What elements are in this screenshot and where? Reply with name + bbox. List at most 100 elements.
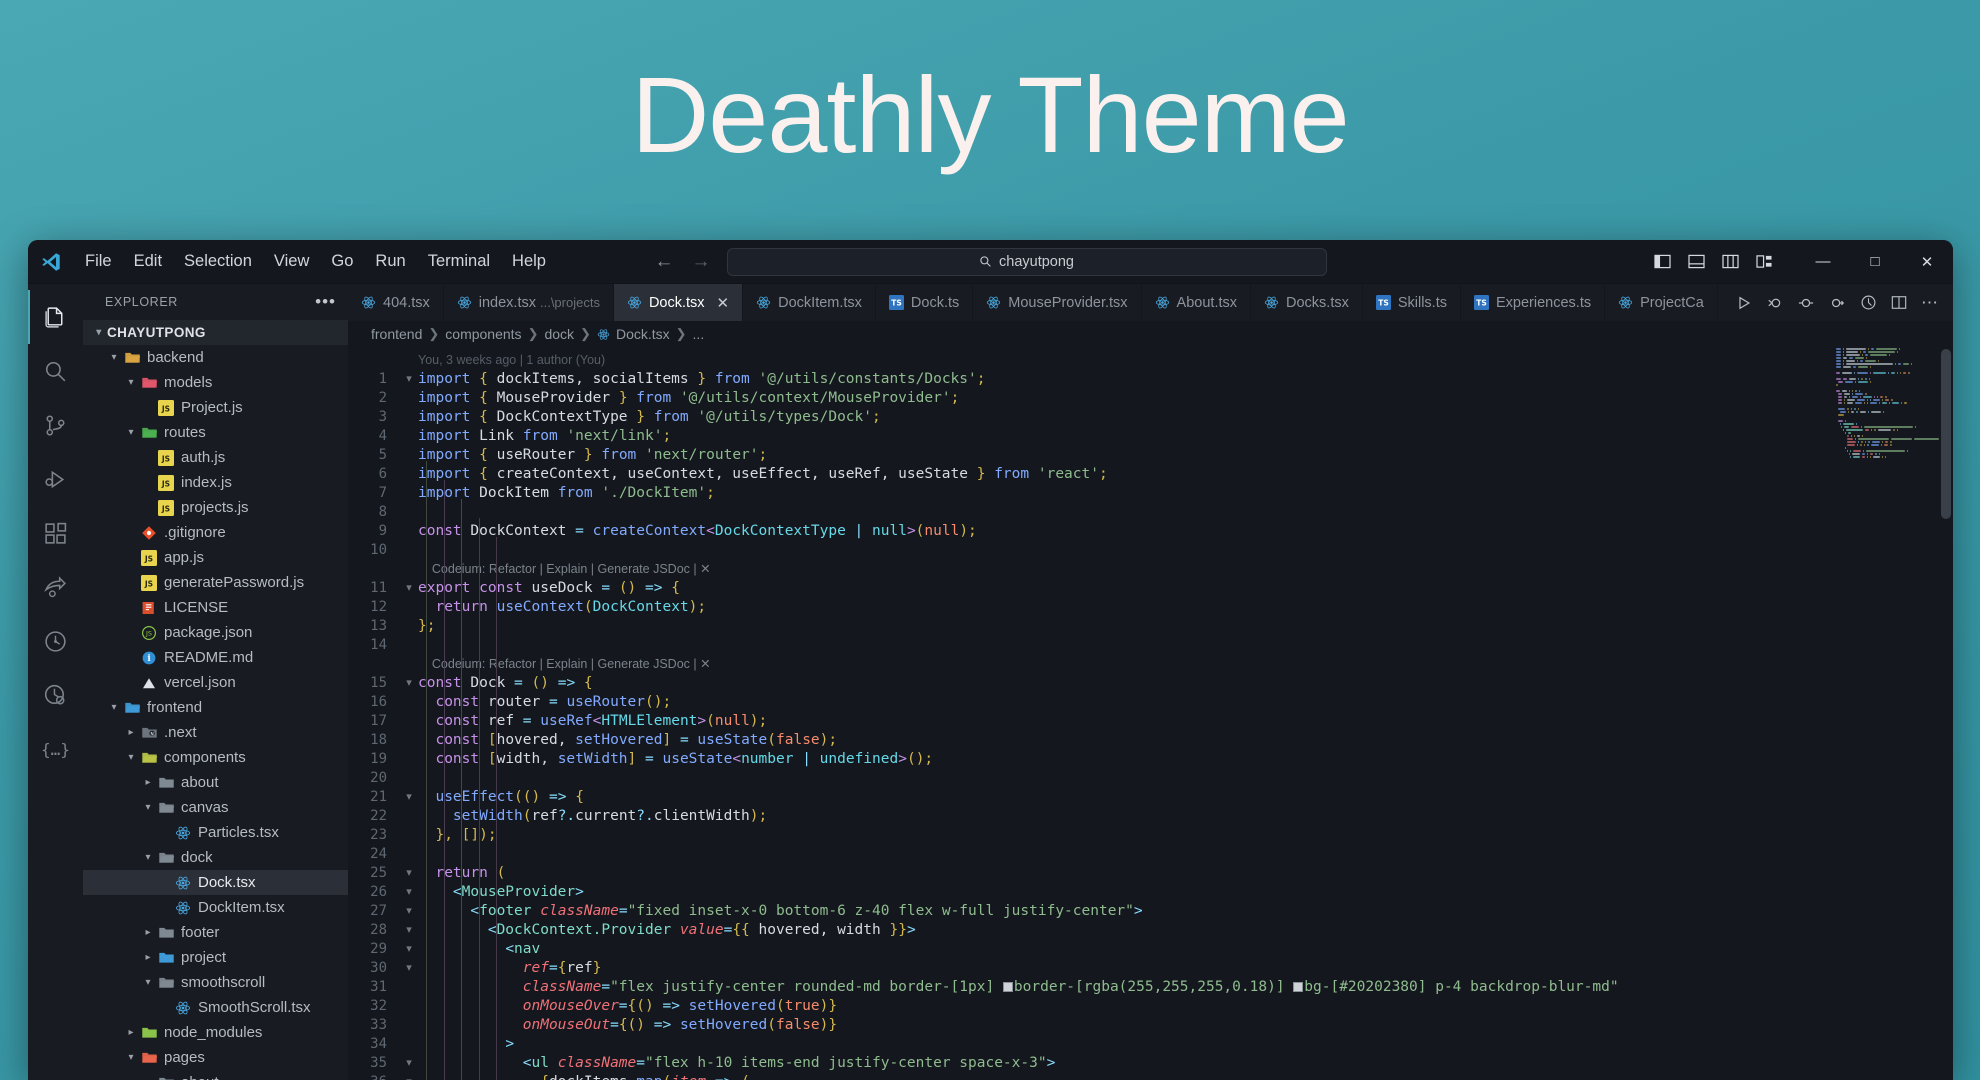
activitybar-item-timeline[interactable] [28, 614, 83, 668]
activitybar-item-source-control[interactable] [28, 398, 83, 452]
tree-item-frontend[interactable]: ▾ frontend [83, 695, 348, 720]
tree-item-particles-tsx[interactable]: Particles.tsx [83, 820, 348, 845]
fold-chevron-icon[interactable]: ▾ [400, 902, 418, 921]
tree-item-next[interactable]: ▸ N .next [83, 720, 348, 745]
tree-item-components[interactable]: ▾ components [83, 745, 348, 770]
fold-chevron-icon[interactable]: ▾ [400, 1054, 418, 1073]
tree-item-project-js[interactable]: JS Project.js [83, 395, 348, 420]
breadcrumb-item-dock[interactable]: dock [544, 326, 574, 342]
tree-item-projects-js[interactable]: JS projects.js [83, 495, 348, 520]
editor-tab-index-tsx[interactable]: index.tsx ...\projects [444, 284, 614, 321]
fold-chevron-icon[interactable]: ▾ [400, 579, 418, 598]
breadcrumb-item-symbol[interactable]: ... [693, 326, 705, 342]
tree-item-dock-tsx[interactable]: Dock.tsx [83, 870, 348, 895]
scrollbar-thumb[interactable] [1941, 349, 1951, 519]
arrow-left-icon[interactable]: ← [655, 252, 674, 271]
menu-edit[interactable]: Edit [123, 248, 173, 275]
menu-go[interactable]: Go [320, 248, 364, 275]
run-code-button[interactable] [1730, 289, 1758, 317]
activitybar-item-live-share[interactable] [28, 560, 83, 614]
run-and-debug-button[interactable] [1761, 289, 1789, 317]
editor-tab-dockitem-tsx[interactable]: DockItem.tsx [743, 284, 876, 321]
tree-item-package-json[interactable]: JS package.json [83, 620, 348, 645]
editor-tab-experiences-ts[interactable]: TS Experiences.ts [1461, 284, 1606, 321]
code-editor[interactable]: 1 2 3 4 5 6 7 8 9 10 11 12 13 14 15 16 17 18 19 20 21 22 23 2… [348, 347, 1953, 1080]
tree-item-about[interactable]: ▸about [83, 1070, 348, 1080]
tree-item-smoothscroll-tsx[interactable]: SmoothScroll.tsx [83, 995, 348, 1020]
tree-item-generatepassword-js[interactable]: JS generatePassword.js [83, 570, 348, 595]
fold-chevron-icon[interactable]: ▾ [400, 940, 418, 959]
tree-item-app-js[interactable]: JS app.js [83, 545, 348, 570]
tree-item-routes[interactable]: ▾ routes [83, 420, 348, 445]
activitybar-item-extensions[interactable] [28, 506, 83, 560]
activitybar-item-settings-json[interactable]: {…} [28, 722, 83, 776]
breadcrumb-item-components[interactable]: components [445, 326, 521, 342]
activitybar-item-search[interactable] [28, 344, 83, 398]
fold-chevron-icon[interactable]: ▾ [400, 1073, 418, 1080]
close-icon[interactable]: ✕ [717, 294, 730, 312]
tree-item-dock[interactable]: ▾ dock [83, 845, 348, 870]
search-input[interactable]: chayutpong [726, 247, 1327, 276]
tree-item-gitignore[interactable]: .gitignore [83, 520, 348, 545]
editor-tab-skills-ts[interactable]: TS Skills.ts [1363, 284, 1461, 321]
tree-item-footer[interactable]: ▸ footer [83, 920, 348, 945]
menu-run[interactable]: Run [364, 248, 416, 275]
fold-chevron-icon[interactable]: ▾ [400, 788, 418, 807]
tree-root-chayutpong[interactable]: ▾ CHAYUTPONG [83, 320, 348, 345]
toggle-primary-sidebar-button[interactable] [1647, 247, 1677, 277]
editor-tab-dock-ts[interactable]: TS Dock.ts [876, 284, 974, 321]
tree-item-index-js[interactable]: JS index.js [83, 470, 348, 495]
editor-tab-about-tsx[interactable]: About.tsx [1142, 284, 1251, 321]
code-content[interactable]: You, 3 weeks ago | 1 author (You) import … [418, 347, 1953, 1080]
activitybar-item-testing[interactable] [28, 668, 83, 722]
editor-vertical-scrollbar[interactable] [1939, 347, 1953, 1080]
minimize-button[interactable]: — [1797, 240, 1849, 283]
menu-help[interactable]: Help [501, 248, 557, 275]
fold-gutter[interactable]: ▾ ▾ ▾ ▾ ▾▾▾▾▾▾ ▾▾▾ [400, 347, 418, 1080]
codelens-annotation[interactable]: Codeium: Refactor | Explain | Generate J… [418, 560, 1953, 579]
tree-item-dockitem-tsx[interactable]: DockItem.tsx [83, 895, 348, 920]
breadcrumb-item-frontend[interactable]: frontend [371, 326, 422, 342]
tree-item-readme-md[interactable]: i README.md [83, 645, 348, 670]
tree-item-license[interactable]: LICENSE [83, 595, 348, 620]
tree-item-smoothscroll[interactable]: ▾ smoothscroll [83, 970, 348, 995]
fold-chevron-icon[interactable]: ▾ [400, 959, 418, 978]
tree-item-node-modules[interactable]: ▸ node_modules [83, 1020, 348, 1045]
editor-tab-dock-tsx[interactable]: Dock.tsx ✕ [613, 284, 744, 321]
fold-chevron-icon[interactable]: ▾ [400, 864, 418, 883]
maximize-button[interactable]: □ [1849, 240, 1901, 283]
editor-tab-projectca[interactable]: ProjectCa [1605, 284, 1718, 321]
arrow-right-icon[interactable]: → [692, 252, 711, 271]
menu-file[interactable]: File [74, 248, 123, 275]
activitybar-item-run-and-debug[interactable] [28, 452, 83, 506]
toggle-secondary-sidebar-button[interactable] [1715, 247, 1745, 277]
fold-chevron-icon[interactable]: ▾ [400, 921, 418, 940]
editor-tab-docks-tsx[interactable]: Docks.tsx [1251, 284, 1363, 321]
fold-chevron-icon[interactable]: ▾ [400, 674, 418, 693]
fold-chevron-icon[interactable]: ▾ [400, 883, 418, 902]
tree-item-vercel-json[interactable]: vercel.json [83, 670, 348, 695]
branch-node-button[interactable] [1823, 289, 1851, 317]
editor-tab-404-tsx[interactable]: 404.tsx [348, 284, 444, 321]
tree-item-pages[interactable]: ▾ pages [83, 1045, 348, 1070]
menu-selection[interactable]: Selection [173, 248, 263, 275]
tree-item-models[interactable]: ▾ models [83, 370, 348, 395]
toggle-panel-button[interactable] [1681, 247, 1711, 277]
tree-item-auth-js[interactable]: JS auth.js [83, 445, 348, 470]
commit-node-button[interactable] [1792, 289, 1820, 317]
customize-layout-button[interactable] [1749, 247, 1779, 277]
tree-item-project[interactable]: ▸ project [83, 945, 348, 970]
close-button[interactable]: ✕ [1901, 240, 1953, 283]
breadcrumb-item-file[interactable]: Dock.tsx [616, 326, 670, 342]
editor-tab-mouseprovider-tsx[interactable]: MouseProvider.tsx [973, 284, 1142, 321]
split-editor-button[interactable] [1885, 289, 1913, 317]
more-actions-button[interactable]: ⋯ [1916, 289, 1944, 317]
menu-terminal[interactable]: Terminal [417, 248, 501, 275]
fold-chevron-icon[interactable]: ▾ [400, 370, 418, 389]
codelens-annotation[interactable]: Codeium: Refactor | Explain | Generate J… [418, 655, 1953, 674]
activitybar-item-explorer[interactable] [28, 290, 83, 344]
menu-view[interactable]: View [263, 248, 320, 275]
timeline-button[interactable] [1854, 289, 1882, 317]
explorer-more-actions-icon[interactable]: ••• [315, 292, 336, 312]
tree-item-backend[interactable]: ▾ backend [83, 345, 348, 370]
